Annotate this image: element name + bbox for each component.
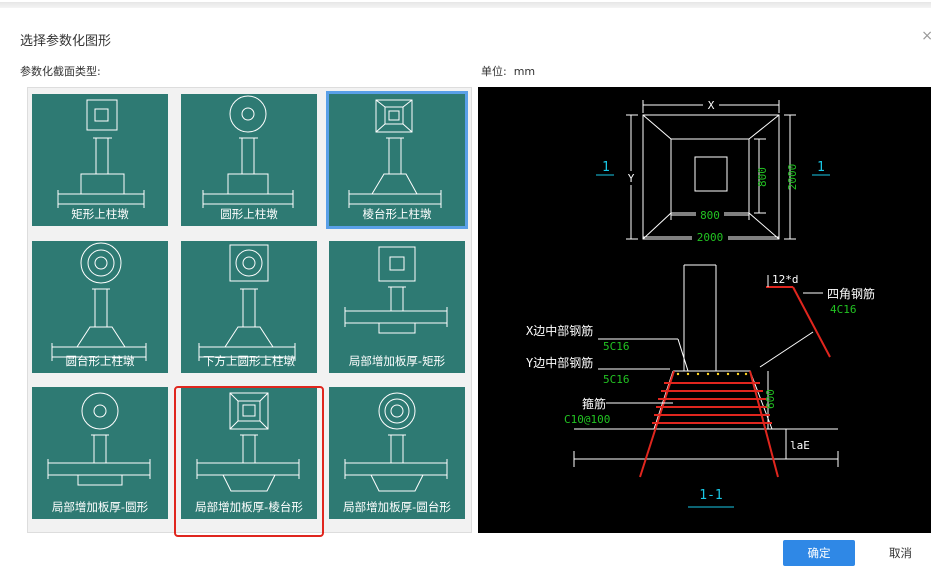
cancel-button[interactable]: 取消	[870, 540, 931, 566]
unit-label: 单位: mm	[481, 65, 536, 78]
shape-label: 局部增加板厚-圆台形	[343, 500, 451, 514]
plan-dim-2000-v: 2000	[786, 164, 799, 191]
shape-tile-square-bottom-round-top[interactable]: 下方上圆形上柱墩	[181, 241, 317, 373]
shape-tile-slab-thicken-cone[interactable]: 局部增加板厚-圆台形	[329, 387, 465, 519]
shape-label: 局部增加板厚-圆形	[51, 500, 149, 514]
shape-label: 矩形上柱墩	[71, 207, 129, 221]
dialog-title: 选择参数化图形	[20, 34, 112, 49]
y-mid-rebar-label: Y边中部钢筋	[526, 355, 593, 370]
shape-label: 下方上圆形上柱墩	[203, 354, 295, 368]
lap-label: 12*d	[772, 273, 799, 286]
corner-rebar-spec: 4C16	[830, 303, 857, 316]
y-mid-rebar-spec: 5C16	[603, 373, 630, 386]
shape-tile-circle-column[interactable]: 圆形上柱墩	[181, 94, 317, 226]
close-icon[interactable]: ×	[921, 28, 931, 44]
x-mid-rebar-label: X边中部钢筋	[526, 323, 593, 338]
shape-tile-slab-thicken-circle[interactable]: 局部增加板厚-圆形	[32, 387, 168, 519]
corner-rebar-label: 四角钢筋	[827, 286, 875, 301]
preview-panel: X Y 800 2000 800 2000 1 1 12*d 四角钢筋 4C16…	[478, 87, 931, 533]
shape-label: 局部增加板厚-棱台形	[195, 500, 303, 514]
shape-tile-frustum-column[interactable]: 棱台形上柱墩	[326, 91, 468, 229]
height-600: 600	[764, 389, 777, 409]
shape-label: 圆形上柱墩	[220, 207, 278, 221]
section-title: 1-1	[699, 488, 722, 503]
section-mark-right: 1	[817, 160, 825, 175]
shape-label: 圆台形上柱墩	[65, 354, 135, 368]
shape-tile-slab-thicken-frustum[interactable]: 局部增加板厚-棱台形	[181, 387, 317, 519]
shape-label: 棱台形上柱墩	[362, 207, 432, 221]
unit-value: mm	[513, 65, 536, 78]
plan-dim-800-v: 800	[756, 167, 769, 187]
plan-dim-x: X	[708, 99, 715, 112]
lae-label: laE	[790, 439, 810, 452]
section-mark-left: 1	[602, 160, 610, 175]
x-mid-rebar-spec: 5C16	[603, 340, 630, 353]
plan-dim-2000-h: 2000	[697, 231, 724, 244]
window-top-strip	[0, 0, 931, 10]
plan-dim-y: Y	[628, 172, 635, 185]
stirrup-label: 箍筋	[582, 396, 606, 411]
rebar-dots	[676, 372, 748, 376]
ok-button[interactable]: 确定	[783, 540, 855, 566]
stirrup-spec: C10@100	[564, 413, 610, 426]
shape-label: 局部增加板厚-矩形	[348, 354, 446, 368]
section-type-label: 参数化截面类型:	[20, 65, 101, 78]
shape-tile-slab-thicken-rect[interactable]: 局部增加板厚-矩形	[329, 241, 465, 373]
shape-grid: 矩形上柱墩 圆形上柱墩 棱台形上柱墩 圆台形上柱墩 下方上圆形上柱墩 局部增加板…	[27, 87, 472, 533]
plan-dim-800-h: 800	[700, 209, 720, 222]
shape-tile-cone-column[interactable]: 圆台形上柱墩	[32, 241, 168, 373]
shape-tile-rect-column[interactable]: 矩形上柱墩	[32, 94, 168, 226]
